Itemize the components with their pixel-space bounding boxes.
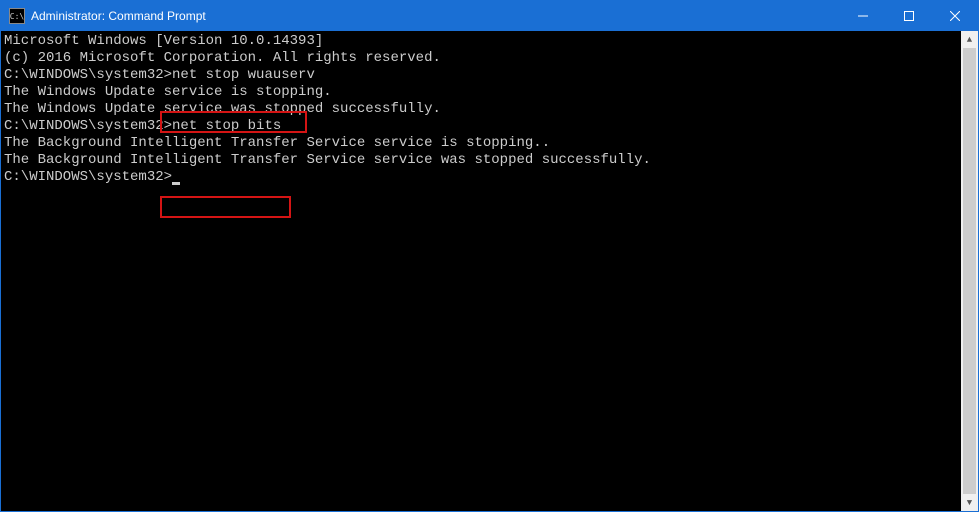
scroll-track[interactable]	[961, 48, 978, 494]
prompt: C:\WINDOWS\system32>	[4, 118, 172, 134]
maximize-button[interactable]	[886, 1, 932, 31]
prompt: C:\WINDOWS\system32>	[4, 169, 172, 185]
close-icon	[950, 11, 960, 21]
terminal-line: C:\WINDOWS\system32>net stop bits	[4, 118, 958, 135]
terminal-content[interactable]: Microsoft Windows [Version 10.0.14393](c…	[1, 31, 961, 511]
app-icon-glyph: C:\	[10, 12, 24, 21]
minimize-button[interactable]	[840, 1, 886, 31]
scroll-thumb[interactable]	[963, 48, 976, 494]
scroll-down-button[interactable]: ▼	[961, 494, 978, 511]
prompt: C:\WINDOWS\system32>	[4, 67, 172, 83]
terminal-line: (c) 2016 Microsoft Corporation. All righ…	[4, 50, 958, 67]
minimize-icon	[858, 11, 868, 21]
cursor	[172, 182, 180, 185]
titlebar[interactable]: C:\ Administrator: Command Prompt	[1, 1, 978, 31]
terminal-line: Microsoft Windows [Version 10.0.14393]	[4, 33, 958, 50]
command-prompt-window: C:\ Administrator: Command Prompt Micros…	[0, 0, 979, 512]
terminal-line: The Background Intelligent Transfer Serv…	[4, 152, 958, 169]
chevron-up-icon: ▲	[967, 35, 972, 45]
terminal-area: Microsoft Windows [Version 10.0.14393](c…	[1, 31, 978, 511]
chevron-down-icon: ▼	[967, 498, 972, 508]
maximize-icon	[904, 11, 914, 21]
vertical-scrollbar[interactable]: ▲ ▼	[961, 31, 978, 511]
scroll-up-button[interactable]: ▲	[961, 31, 978, 48]
terminal-line: The Windows Update service is stopping.	[4, 84, 958, 101]
terminal-line: C:\WINDOWS\system32>net stop wuauserv	[4, 67, 958, 84]
window-title: Administrator: Command Prompt	[31, 9, 206, 23]
terminal-line: The Windows Update service was stopped s…	[4, 101, 958, 118]
terminal-line: The Background Intelligent Transfer Serv…	[4, 135, 958, 152]
command-text: net stop bits	[172, 118, 281, 134]
terminal-line: C:\WINDOWS\system32>	[4, 169, 958, 186]
command-text: net stop wuauserv	[172, 67, 315, 83]
app-icon: C:\	[9, 8, 25, 24]
close-button[interactable]	[932, 1, 978, 31]
window-controls	[840, 1, 978, 31]
